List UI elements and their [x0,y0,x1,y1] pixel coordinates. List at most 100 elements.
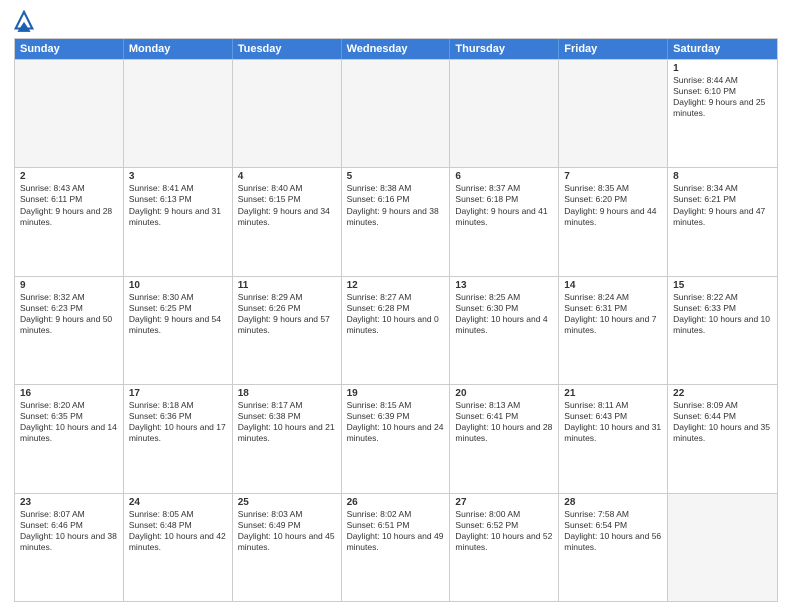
day-cell-24: 24Sunrise: 8:05 AM Sunset: 6:48 PM Dayli… [124,494,233,601]
day-cell-2: 2Sunrise: 8:43 AM Sunset: 6:11 PM Daylig… [15,168,124,275]
day-info: Sunrise: 8:34 AM Sunset: 6:21 PM Dayligh… [673,183,772,227]
day-info: Sunrise: 8:40 AM Sunset: 6:15 PM Dayligh… [238,183,336,227]
day-number: 17 [129,388,227,399]
header-day-monday: Monday [124,39,233,59]
logo [14,10,38,32]
header-day-friday: Friday [559,39,668,59]
day-info: Sunrise: 8:44 AM Sunset: 6:10 PM Dayligh… [673,75,772,119]
day-number: 27 [455,497,553,508]
day-cell-13: 13Sunrise: 8:25 AM Sunset: 6:30 PM Dayli… [450,277,559,384]
day-info: Sunrise: 8:27 AM Sunset: 6:28 PM Dayligh… [347,292,445,336]
day-cell-16: 16Sunrise: 8:20 AM Sunset: 6:35 PM Dayli… [15,385,124,492]
day-info: Sunrise: 8:07 AM Sunset: 6:46 PM Dayligh… [20,509,118,553]
day-cell-7: 7Sunrise: 8:35 AM Sunset: 6:20 PM Daylig… [559,168,668,275]
day-cell-14: 14Sunrise: 8:24 AM Sunset: 6:31 PM Dayli… [559,277,668,384]
day-cell-25: 25Sunrise: 8:03 AM Sunset: 6:49 PM Dayli… [233,494,342,601]
day-info: Sunrise: 7:58 AM Sunset: 6:54 PM Dayligh… [564,509,662,553]
day-cell-18: 18Sunrise: 8:17 AM Sunset: 6:38 PM Dayli… [233,385,342,492]
day-number: 24 [129,497,227,508]
day-number: 22 [673,388,772,399]
header-day-tuesday: Tuesday [233,39,342,59]
day-info: Sunrise: 8:13 AM Sunset: 6:41 PM Dayligh… [455,400,553,444]
day-number: 23 [20,497,118,508]
day-number: 16 [20,388,118,399]
day-cell-12: 12Sunrise: 8:27 AM Sunset: 6:28 PM Dayli… [342,277,451,384]
empty-cell [15,60,124,167]
day-info: Sunrise: 8:41 AM Sunset: 6:13 PM Dayligh… [129,183,227,227]
day-info: Sunrise: 8:02 AM Sunset: 6:51 PM Dayligh… [347,509,445,553]
day-info: Sunrise: 8:43 AM Sunset: 6:11 PM Dayligh… [20,183,118,227]
day-cell-22: 22Sunrise: 8:09 AM Sunset: 6:44 PM Dayli… [668,385,777,492]
day-info: Sunrise: 8:11 AM Sunset: 6:43 PM Dayligh… [564,400,662,444]
empty-cell [124,60,233,167]
day-cell-26: 26Sunrise: 8:02 AM Sunset: 6:51 PM Dayli… [342,494,451,601]
logo-icon [14,10,34,32]
day-number: 13 [455,280,553,291]
day-number: 15 [673,280,772,291]
day-number: 25 [238,497,336,508]
header [14,10,778,32]
page: SundayMondayTuesdayWednesdayThursdayFrid… [0,0,792,612]
day-cell-20: 20Sunrise: 8:13 AM Sunset: 6:41 PM Dayli… [450,385,559,492]
day-number: 28 [564,497,662,508]
day-cell-1: 1Sunrise: 8:44 AM Sunset: 6:10 PM Daylig… [668,60,777,167]
day-number: 19 [347,388,445,399]
day-number: 11 [238,280,336,291]
calendar-row-1: 2Sunrise: 8:43 AM Sunset: 6:11 PM Daylig… [15,167,777,275]
day-number: 6 [455,171,553,182]
calendar-row-4: 23Sunrise: 8:07 AM Sunset: 6:46 PM Dayli… [15,493,777,601]
day-cell-28: 28Sunrise: 7:58 AM Sunset: 6:54 PM Dayli… [559,494,668,601]
empty-cell [342,60,451,167]
day-info: Sunrise: 8:38 AM Sunset: 6:16 PM Dayligh… [347,183,445,227]
day-number: 14 [564,280,662,291]
day-number: 8 [673,171,772,182]
header-day-thursday: Thursday [450,39,559,59]
day-info: Sunrise: 8:09 AM Sunset: 6:44 PM Dayligh… [673,400,772,444]
day-cell-19: 19Sunrise: 8:15 AM Sunset: 6:39 PM Dayli… [342,385,451,492]
header-day-saturday: Saturday [668,39,777,59]
day-number: 10 [129,280,227,291]
day-number: 9 [20,280,118,291]
day-cell-11: 11Sunrise: 8:29 AM Sunset: 6:26 PM Dayli… [233,277,342,384]
day-info: Sunrise: 8:18 AM Sunset: 6:36 PM Dayligh… [129,400,227,444]
day-number: 18 [238,388,336,399]
day-info: Sunrise: 8:00 AM Sunset: 6:52 PM Dayligh… [455,509,553,553]
day-cell-4: 4Sunrise: 8:40 AM Sunset: 6:15 PM Daylig… [233,168,342,275]
day-cell-17: 17Sunrise: 8:18 AM Sunset: 6:36 PM Dayli… [124,385,233,492]
day-info: Sunrise: 8:22 AM Sunset: 6:33 PM Dayligh… [673,292,772,336]
day-info: Sunrise: 8:05 AM Sunset: 6:48 PM Dayligh… [129,509,227,553]
calendar-header: SundayMondayTuesdayWednesdayThursdayFrid… [15,39,777,59]
day-number: 21 [564,388,662,399]
header-day-sunday: Sunday [15,39,124,59]
day-info: Sunrise: 8:35 AM Sunset: 6:20 PM Dayligh… [564,183,662,227]
day-info: Sunrise: 8:32 AM Sunset: 6:23 PM Dayligh… [20,292,118,336]
day-number: 12 [347,280,445,291]
calendar: SundayMondayTuesdayWednesdayThursdayFrid… [14,38,778,602]
day-number: 2 [20,171,118,182]
empty-cell [559,60,668,167]
calendar-body: 1Sunrise: 8:44 AM Sunset: 6:10 PM Daylig… [15,59,777,601]
day-number: 4 [238,171,336,182]
day-info: Sunrise: 8:17 AM Sunset: 6:38 PM Dayligh… [238,400,336,444]
day-cell-21: 21Sunrise: 8:11 AM Sunset: 6:43 PM Dayli… [559,385,668,492]
day-cell-15: 15Sunrise: 8:22 AM Sunset: 6:33 PM Dayli… [668,277,777,384]
empty-cell [450,60,559,167]
day-number: 5 [347,171,445,182]
day-info: Sunrise: 8:03 AM Sunset: 6:49 PM Dayligh… [238,509,336,553]
day-cell-6: 6Sunrise: 8:37 AM Sunset: 6:18 PM Daylig… [450,168,559,275]
empty-cell [668,494,777,601]
day-info: Sunrise: 8:20 AM Sunset: 6:35 PM Dayligh… [20,400,118,444]
empty-cell [233,60,342,167]
day-cell-9: 9Sunrise: 8:32 AM Sunset: 6:23 PM Daylig… [15,277,124,384]
day-info: Sunrise: 8:30 AM Sunset: 6:25 PM Dayligh… [129,292,227,336]
calendar-row-0: 1Sunrise: 8:44 AM Sunset: 6:10 PM Daylig… [15,59,777,167]
day-info: Sunrise: 8:15 AM Sunset: 6:39 PM Dayligh… [347,400,445,444]
day-info: Sunrise: 8:37 AM Sunset: 6:18 PM Dayligh… [455,183,553,227]
day-info: Sunrise: 8:24 AM Sunset: 6:31 PM Dayligh… [564,292,662,336]
day-number: 20 [455,388,553,399]
day-cell-5: 5Sunrise: 8:38 AM Sunset: 6:16 PM Daylig… [342,168,451,275]
day-cell-10: 10Sunrise: 8:30 AM Sunset: 6:25 PM Dayli… [124,277,233,384]
day-cell-27: 27Sunrise: 8:00 AM Sunset: 6:52 PM Dayli… [450,494,559,601]
day-number: 1 [673,63,772,74]
day-info: Sunrise: 8:25 AM Sunset: 6:30 PM Dayligh… [455,292,553,336]
